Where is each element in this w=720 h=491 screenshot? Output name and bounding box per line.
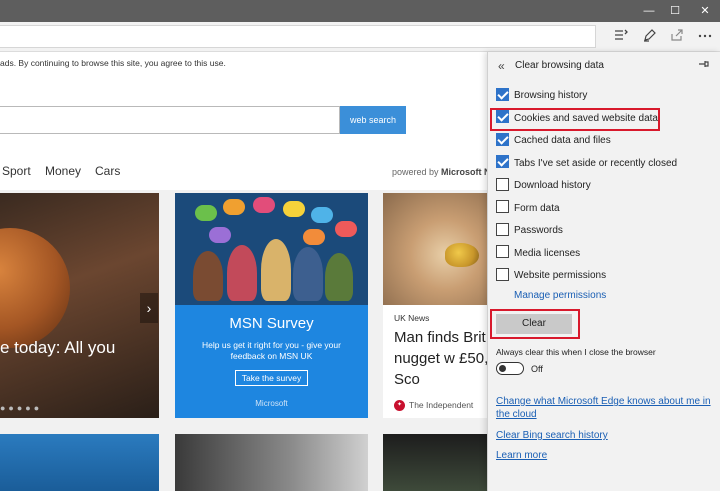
checkbox[interactable] xyxy=(496,222,509,236)
option-label: Cached data and files xyxy=(514,135,611,146)
carousel-dots[interactable]: ●●●●● xyxy=(0,403,42,413)
always-clear-toggle[interactable] xyxy=(496,362,524,375)
more-icon[interactable] xyxy=(696,28,714,46)
hub-icon[interactable] xyxy=(612,28,630,46)
survey-footer: Microsoft xyxy=(255,399,288,408)
checkbox[interactable] xyxy=(496,200,509,214)
pin-icon[interactable] xyxy=(698,58,710,73)
chevron-right-icon[interactable]: › xyxy=(140,293,158,323)
learn-more-link[interactable]: Learn more xyxy=(496,449,714,462)
checkbox[interactable] xyxy=(496,87,509,101)
share-icon[interactable] xyxy=(668,28,686,46)
panel-title: Clear browsing data xyxy=(515,60,604,71)
option-passwords[interactable]: Passwords xyxy=(496,222,563,239)
option-label: Form data xyxy=(514,202,560,214)
checkbox[interactable] xyxy=(496,155,509,169)
browser-toolbar xyxy=(0,22,720,52)
hero-headline: e today: All you xyxy=(0,338,116,357)
news-category: UK News xyxy=(394,313,430,323)
option-label: Passwords xyxy=(514,225,563,236)
basketball-image xyxy=(0,228,70,348)
web-search-button[interactable]: web search xyxy=(340,106,406,134)
cookie-notice: ads. By continuing to browse this site, … xyxy=(0,52,487,78)
survey-tile[interactable]: MSN Survey Help us get it right for you … xyxy=(175,193,368,418)
news-source: ✦ The Independent xyxy=(394,400,473,412)
category-nav: Sport Money Cars powered by Microsoft N xyxy=(0,156,487,186)
option-label: Media licenses xyxy=(514,247,581,259)
news-tile[interactable]: UK News Man finds Brit gold nugget w £50… xyxy=(383,193,487,418)
pen-icon[interactable] xyxy=(640,28,658,46)
bottom-tile-swimmer[interactable] xyxy=(0,434,159,491)
option-label: Download history xyxy=(514,180,591,191)
news-headline: Man finds Brit gold nugget w £50,000 in … xyxy=(394,329,487,388)
survey-title: MSN Survey xyxy=(229,315,314,332)
survey-description: Help us get it right for you - give your… xyxy=(202,340,341,361)
survey-photo xyxy=(175,193,368,305)
close-button[interactable]: ✕ xyxy=(694,3,716,19)
address-bar[interactable] xyxy=(0,25,596,48)
search-area: web search Sport Money Cars powered by M… xyxy=(0,78,487,190)
toggle-knob xyxy=(499,365,506,372)
bottom-tile-portrait[interactable] xyxy=(175,434,368,491)
cookies-highlight-box xyxy=(490,108,660,131)
option-label: Tabs I've set aside or recently closed xyxy=(514,157,678,169)
hero-tile[interactable]: e today: All you ●●●●● › xyxy=(0,193,159,418)
option-website-permissions[interactable]: Website permissions xyxy=(496,267,607,284)
option-download-history[interactable]: Download history xyxy=(496,177,591,194)
nav-item-sport[interactable]: Sport xyxy=(2,164,31,178)
minimize-button[interactable]: — xyxy=(638,3,660,19)
option-tabs-i-ve-set-aside-or-recently-closed[interactable]: Tabs I've set aside or recently closed xyxy=(496,155,678,172)
powered-by: powered by Microsoft N xyxy=(392,167,487,177)
web-page: ads. By continuing to browse this site, … xyxy=(0,52,487,491)
take-survey-button[interactable]: Take the survey xyxy=(235,370,308,386)
nav-item-money[interactable]: Money xyxy=(45,164,81,178)
checkbox[interactable] xyxy=(496,132,509,146)
edge-cloud-link[interactable]: Change what Microsoft Edge knows about m… xyxy=(496,395,714,421)
toggle-state-label: Off xyxy=(531,364,543,374)
search-input[interactable] xyxy=(0,106,340,134)
option-label: Website permissions xyxy=(514,270,607,281)
option-browsing-history[interactable]: Browsing history xyxy=(496,87,588,104)
clear-browsing-data-panel: « Clear browsing data Browsing history Co… xyxy=(487,52,720,491)
option-cached-data-and-files[interactable]: Cached data and files xyxy=(496,132,611,149)
always-clear-label: Always clear this when I close the brows… xyxy=(496,347,656,357)
checkbox[interactable] xyxy=(496,177,509,191)
gold-nugget-image xyxy=(445,243,479,267)
manage-permissions-link[interactable]: Manage permissions xyxy=(514,290,606,301)
option-media-licenses[interactable]: Media licenses xyxy=(496,245,581,262)
back-chevron-icon[interactable]: « xyxy=(498,59,505,73)
nav-item-cars[interactable]: Cars xyxy=(95,164,120,178)
option-label: Browsing history xyxy=(514,90,588,101)
checkbox[interactable] xyxy=(496,267,509,281)
option-form-data[interactable]: Form data xyxy=(496,200,560,217)
bottom-tile-football[interactable] xyxy=(383,434,487,491)
maximize-button[interactable]: ☐ xyxy=(664,3,686,19)
clear-bing-history-link[interactable]: Clear Bing search history xyxy=(496,429,714,442)
independent-logo-icon: ✦ xyxy=(394,400,405,412)
checkbox[interactable] xyxy=(496,245,509,259)
title-bar: — ☐ ✕ xyxy=(0,0,720,22)
clear-button[interactable]: Clear xyxy=(496,314,572,334)
news-photo xyxy=(383,193,487,305)
